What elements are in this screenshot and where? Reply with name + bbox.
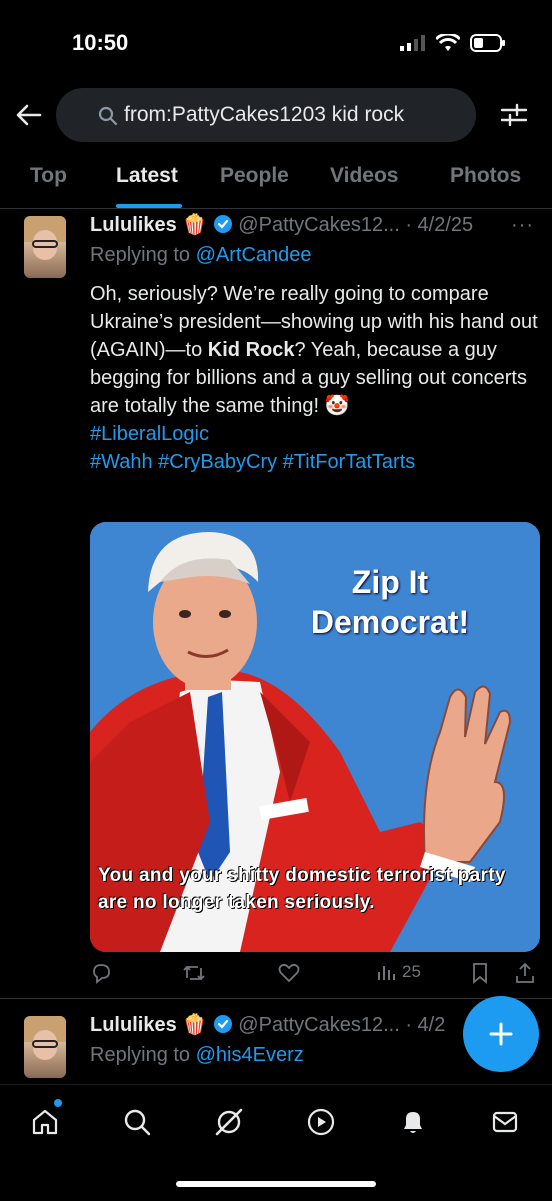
nav-messages[interactable] [488, 1105, 522, 1139]
tab-people[interactable]: People [220, 164, 289, 188]
bottom-tab-bar [0, 1084, 552, 1201]
nav-grok[interactable] [212, 1105, 246, 1139]
active-tab-indicator [116, 204, 182, 208]
handle[interactable]: @PattyCakes12... [238, 1014, 399, 1036]
bookmark-button[interactable] [470, 962, 490, 984]
tab-videos[interactable]: Videos [330, 164, 398, 188]
name-emoji: 🍿 [182, 214, 208, 236]
search-input[interactable] [96, 102, 476, 128]
verified-badge-icon [213, 215, 232, 233]
back-arrow-icon [16, 104, 42, 126]
reply-prefix: Replying to [90, 244, 191, 266]
reply-prefix: Replying to [90, 1044, 191, 1066]
home-notification-dot [54, 1099, 62, 1107]
reply-mention-link[interactable]: @his4Everz [196, 1044, 304, 1066]
reply-icon [93, 964, 110, 984]
like-button[interactable] [278, 962, 300, 984]
search-row [0, 88, 552, 146]
tweet-header: Lululikes 🍿 @PattyCakes12... · 4/2/25 [90, 212, 473, 237]
video-icon [307, 1108, 335, 1136]
meme-headline: Zip It Democrat! [280, 562, 500, 642]
status-time: 10:50 [72, 30, 129, 55]
nav-home[interactable] [28, 1105, 62, 1139]
back-button[interactable] [14, 100, 44, 130]
search-icon [98, 106, 118, 126]
tweet-date: · 4/2 [405, 1014, 446, 1036]
replying-to: Replying to @ArtCandee [90, 244, 312, 267]
meme-headline-line: Democrat! [310, 604, 470, 640]
battery-icon [470, 34, 505, 52]
nav-notifications[interactable] [396, 1105, 430, 1139]
share-button[interactable] [514, 962, 536, 984]
avatar[interactable] [24, 1016, 66, 1078]
home-indicator [176, 1181, 376, 1187]
search-filter-button[interactable] [500, 102, 528, 133]
more-options-button[interactable]: ··· [511, 214, 534, 237]
views-icon [378, 966, 395, 980]
compose-button[interactable] [463, 996, 539, 1072]
hashtag-line[interactable]: #Wahh #CryBabyCry #TitForTatTarts [90, 448, 542, 476]
replying-to: Replying to @his4Everz [90, 1044, 304, 1067]
messages-icon [492, 1111, 518, 1133]
cellular-signal-icon [400, 35, 425, 51]
display-name[interactable]: Lululikes [90, 1014, 177, 1036]
grok-icon [215, 1108, 243, 1136]
tab-photos[interactable]: Photos [450, 164, 521, 188]
meme-headline-line: Zip It [351, 564, 429, 600]
notifications-icon [404, 1112, 422, 1133]
verified-badge-icon [213, 1015, 232, 1033]
display-name[interactable]: Lululikes [90, 214, 177, 236]
repost-icon [183, 965, 205, 981]
status-bar: 10:50 [0, 0, 552, 80]
reply-mention-link[interactable]: @ArtCandee [196, 244, 312, 266]
clown-emoji: 🤡 [324, 395, 350, 417]
search-tabs: Top Latest People Videos Photos [0, 156, 552, 209]
like-icon [278, 963, 300, 983]
name-emoji: 🍿 [182, 1014, 208, 1036]
wifi-icon [436, 34, 460, 51]
tweet-header: Lululikes 🍿 @PattyCakes12... · 4/2 [90, 1012, 445, 1037]
search-box[interactable] [56, 88, 476, 142]
filter-icon [500, 103, 528, 127]
tab-latest[interactable]: Latest [116, 164, 178, 188]
explore-icon [124, 1109, 151, 1136]
views-count: 25 [402, 962, 421, 981]
compose-plus-icon [489, 1022, 513, 1046]
tweet-media-image[interactable]: Zip It Democrat! You and your shitty dom… [90, 522, 540, 952]
nav-explore[interactable] [120, 1105, 154, 1139]
meme-caption: You and your shitty domestic terrorist p… [98, 865, 506, 913]
avatar[interactable] [24, 216, 66, 278]
share-icon [516, 962, 534, 983]
tab-top[interactable]: Top [30, 164, 67, 188]
hashtag-line[interactable]: #LiberalLogic [90, 420, 542, 448]
tweet-text: Oh, seriously? We’re really going to com… [90, 280, 542, 476]
reply-button[interactable] [90, 962, 112, 984]
nav-video[interactable] [304, 1105, 338, 1139]
status-icons [400, 34, 506, 52]
bookmark-icon [473, 963, 487, 984]
tweet[interactable]: Lululikes 🍿 @PattyCakes12... · 4/2/25 ··… [0, 212, 552, 998]
tweet-text-bold: Kid Rock [207, 339, 295, 361]
handle[interactable]: @PattyCakes12... [238, 214, 399, 236]
repost-button[interactable] [182, 962, 206, 984]
tweet-date: · 4/2/25 [405, 214, 474, 236]
tweet-divider [0, 998, 552, 999]
views-button[interactable]: 25 [376, 962, 421, 982]
tweet-actions: 25 [90, 962, 542, 992]
home-icon [32, 1109, 58, 1135]
